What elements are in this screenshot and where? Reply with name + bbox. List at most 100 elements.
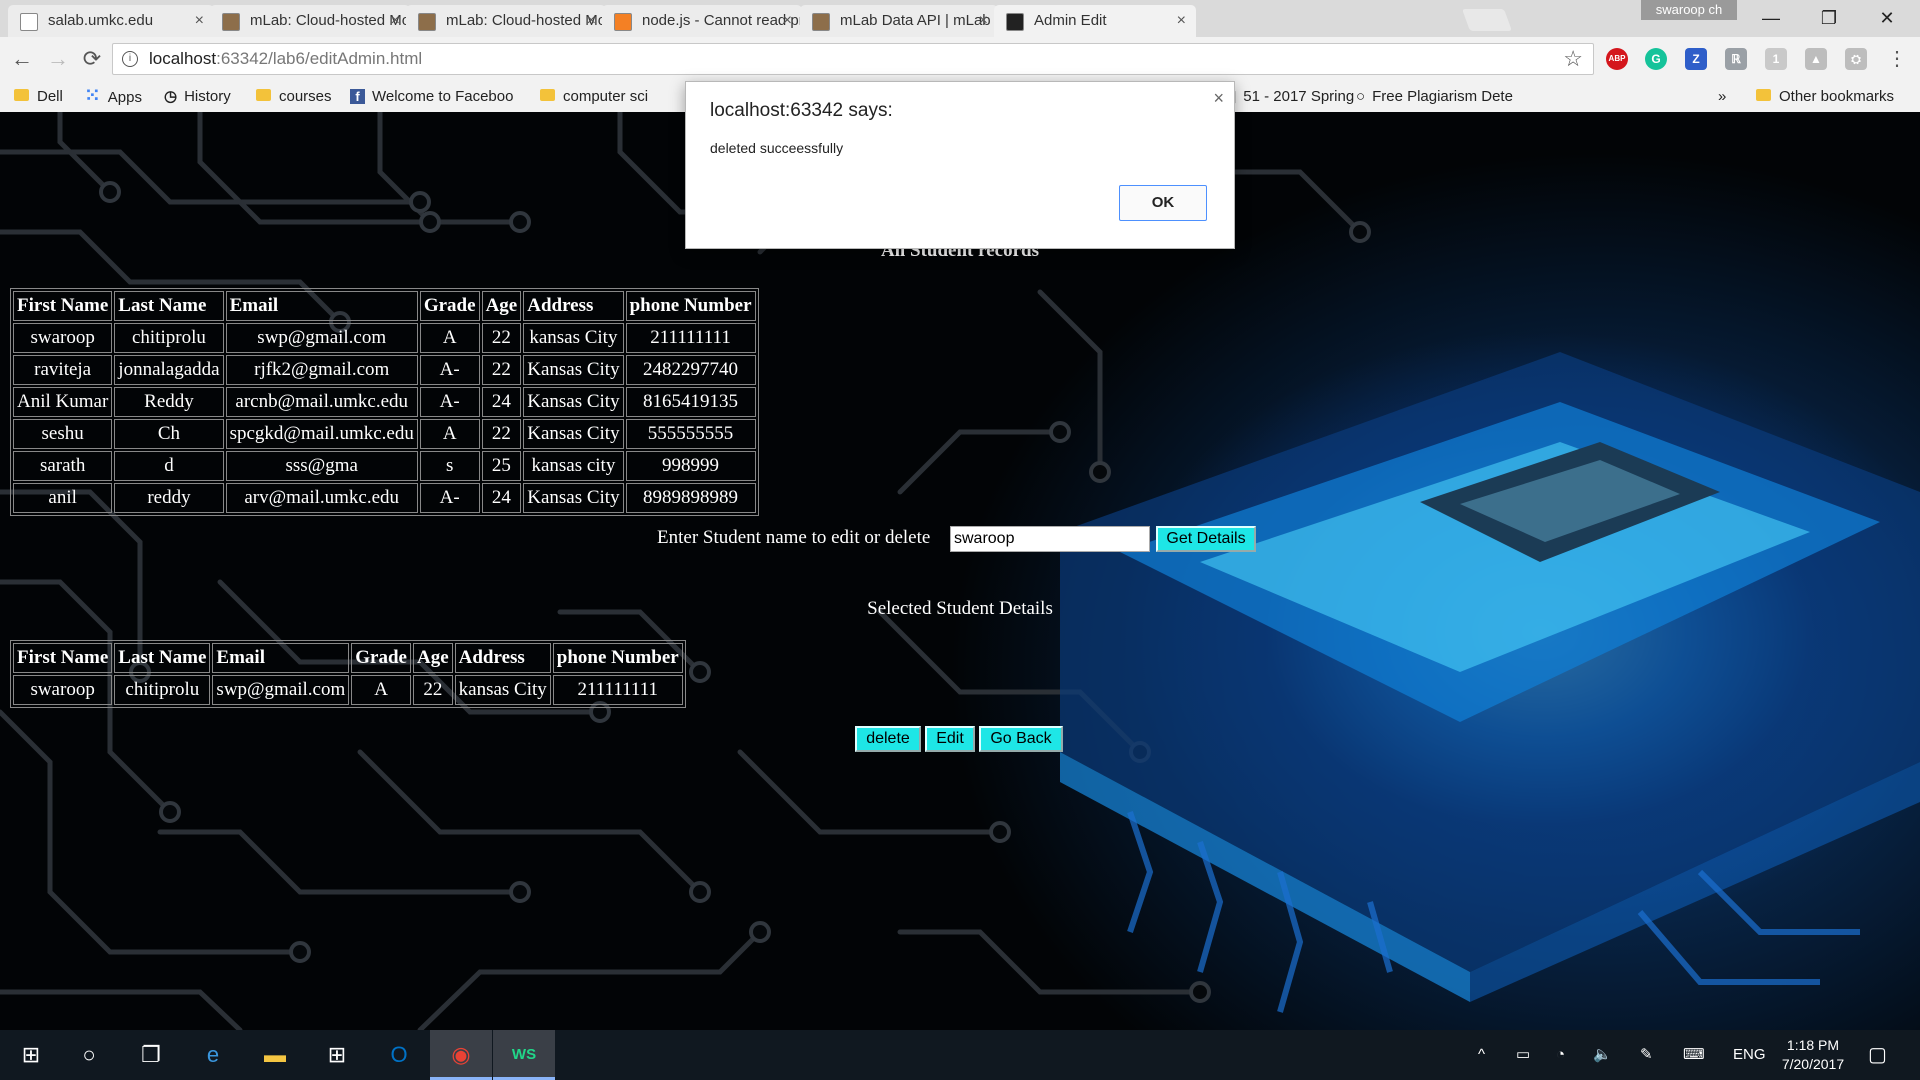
table-cell: raviteja xyxy=(13,355,113,385)
browser-tab[interactable]: Admin Edit × xyxy=(994,5,1196,37)
edge-icon[interactable]: e xyxy=(182,1030,244,1080)
bookmark-courses[interactable]: courses xyxy=(256,81,332,112)
table-cell: sarath xyxy=(13,451,113,481)
apps-grid-icon: ⁙ xyxy=(84,85,101,107)
browser-tab[interactable]: node.js - Cannot read pr × xyxy=(602,5,802,37)
volume-icon[interactable]: 🔈 xyxy=(1593,1030,1612,1080)
browser-tab[interactable]: mLab: Cloud-hosted Mo × xyxy=(406,5,606,37)
facebook-icon: f xyxy=(350,89,365,104)
bookmark-star-icon[interactable]: ☆ xyxy=(1563,46,1583,72)
search-icon: ○ xyxy=(1356,88,1366,105)
ext-4-icon[interactable]: ℝ xyxy=(1725,48,1747,70)
new-tab-button[interactable] xyxy=(1461,9,1513,31)
table-row: seshu Ch spcgkd@mail.umkc.edu A 22 Kansas Cit… xyxy=(13,419,756,449)
tab-title: node.js - Cannot read pr xyxy=(642,12,802,29)
tab-close-icon[interactable]: × xyxy=(979,5,988,37)
notification-icon[interactable]: ▢ xyxy=(1868,1030,1887,1080)
bookmarks-overflow-icon[interactable]: » xyxy=(1718,81,1726,112)
table-cell: 998999 xyxy=(625,451,756,481)
table-cell: Kansas City xyxy=(523,483,624,513)
chrome-icon[interactable]: ◉ xyxy=(430,1030,492,1080)
edit-button[interactable]: Edit xyxy=(925,726,975,752)
system-clock[interactable]: 1:18 PM 7/20/2017 xyxy=(1768,1036,1858,1074)
minimize-button[interactable]: — xyxy=(1742,0,1800,36)
bookmark-label: courses xyxy=(279,88,332,105)
folder-icon xyxy=(540,89,555,102)
tab-close-icon[interactable]: × xyxy=(391,5,400,37)
reload-icon[interactable]: ⟳ xyxy=(78,45,106,73)
show-hidden-icons[interactable]: ^ xyxy=(1478,1030,1485,1080)
bookmark-apps[interactable]: ⁙ Apps xyxy=(84,81,142,112)
info-icon[interactable]: i xyxy=(122,51,138,67)
table-cell: swaroop xyxy=(13,675,113,705)
bookmark-history[interactable]: ◷ History xyxy=(164,81,231,112)
keyboard-icon[interactable]: ⌨ xyxy=(1683,1030,1705,1080)
column-header: phone Number xyxy=(552,643,683,673)
table-row: anil reddy arv@mail.umkc.edu A- 24 Kansas Cit… xyxy=(13,483,756,513)
dialog-close-icon[interactable]: × xyxy=(1213,88,1224,109)
webstorm-icon[interactable]: WS xyxy=(493,1030,555,1080)
bookmark-label: Apps xyxy=(107,89,142,106)
student-name-input[interactable]: swaroop xyxy=(950,526,1150,552)
tab-favicon-icon xyxy=(812,13,830,31)
chrome-menu-icon[interactable]: ⋮ xyxy=(1883,45,1911,73)
shield-ext-icon[interactable]: 1 xyxy=(1765,48,1787,70)
forward-icon[interactable]: → xyxy=(44,45,72,73)
bookmark-welcome-to-faceboo[interactable]: f Welcome to Faceboo xyxy=(350,81,513,112)
other-bookmarks-label: Other bookmarks xyxy=(1779,88,1895,105)
bookmark-free-plagiarism-dete[interactable]: ○ Free Plagiarism Dete xyxy=(1356,81,1513,112)
go-back-button[interactable]: Go Back xyxy=(979,726,1063,752)
bookmark-dell[interactable]: Dell xyxy=(14,81,63,112)
bookmark-51-2017-spring[interactable]: ▯51 - 2017 Spring xyxy=(1228,81,1354,112)
other-bookmarks[interactable]: Other bookmarks xyxy=(1756,81,1894,112)
start-icon[interactable]: ⊞ xyxy=(0,1030,62,1080)
table-cell: chitiprolu xyxy=(114,675,211,705)
pen-icon[interactable]: ✎ xyxy=(1640,1030,1653,1080)
back-icon[interactable]: ← xyxy=(8,45,36,73)
tab-strip: salab.umkc.edu × mLab: Cloud-hosted Mo × mLa… xyxy=(0,0,1920,37)
table-cell: swp@gmail.com xyxy=(225,323,418,353)
table-row: sarath d sss@gma s 25 kansas city 998999 xyxy=(13,451,756,481)
drive-ext-icon[interactable]: ▲ xyxy=(1805,48,1827,70)
dialog-ok-button[interactable]: OK xyxy=(1119,185,1207,221)
dialog-message: deleted succeessfully xyxy=(710,140,844,156)
z-extension-icon[interactable]: Z xyxy=(1685,48,1707,70)
delete-button[interactable]: delete xyxy=(855,726,921,752)
battery-icon[interactable]: ▭ xyxy=(1516,1030,1530,1080)
bookmark-label: Welcome to Faceboo xyxy=(372,88,514,105)
get-details-button[interactable]: Get Details xyxy=(1156,526,1256,552)
address-url[interactable]: localhost:63342/lab6/editAdmin.html xyxy=(149,44,422,74)
restore-button[interactable]: ❐ xyxy=(1800,0,1858,36)
table-cell: chitiprolu xyxy=(114,323,224,353)
pdf-ext-icon[interactable]: ⛭ xyxy=(1845,48,1867,70)
browser-tab[interactable]: mLab Data API | mLab D × xyxy=(800,5,998,37)
outlook-icon[interactable]: O xyxy=(368,1030,430,1080)
browser-tab[interactable]: salab.umkc.edu × xyxy=(8,5,214,37)
table-cell: 8165419135 xyxy=(625,387,756,417)
grammarly-icon[interactable]: G xyxy=(1645,48,1667,70)
alert-dialog: localhost:63342 says: deleted succeessfu… xyxy=(685,81,1235,249)
table-cell: Kansas City xyxy=(523,419,624,449)
tab-close-icon[interactable]: × xyxy=(1177,5,1186,37)
close-window-button[interactable]: ✕ xyxy=(1858,0,1916,36)
page-content: All Student records First Name Last Name E… xyxy=(0,112,1920,1030)
browser-tab[interactable]: mLab: Cloud-hosted Mo × xyxy=(210,5,410,37)
search-icon[interactable]: ○ xyxy=(58,1030,120,1080)
table-cell: swaroop xyxy=(13,323,113,353)
tab-close-icon[interactable]: × xyxy=(587,5,596,37)
bookmark-label: computer sci xyxy=(563,88,649,105)
task-view-icon[interactable]: ❐ xyxy=(120,1030,182,1080)
tab-close-icon[interactable]: × xyxy=(783,5,792,37)
address-bar[interactable]: i localhost:63342/lab6/editAdmin.html ☆ xyxy=(112,43,1594,75)
language-indicator[interactable]: ENG xyxy=(1733,1030,1766,1080)
abp-icon[interactable]: ABP xyxy=(1606,48,1628,70)
profile-button[interactable]: swaroop ch xyxy=(1641,0,1737,20)
file-explorer-icon[interactable]: ▬ xyxy=(244,1030,306,1080)
table-cell: rjfk2@gmail.com xyxy=(225,355,418,385)
store-icon[interactable]: ⊞ xyxy=(306,1030,368,1080)
tab-title: mLab Data API | mLab D xyxy=(840,12,998,29)
bookmark-computer-sci[interactable]: computer sci xyxy=(540,81,648,112)
bookmark-label: History xyxy=(184,88,231,105)
tab-close-icon[interactable]: × xyxy=(195,5,204,37)
wifi-icon[interactable]: ◔ xyxy=(1556,1030,1565,1080)
